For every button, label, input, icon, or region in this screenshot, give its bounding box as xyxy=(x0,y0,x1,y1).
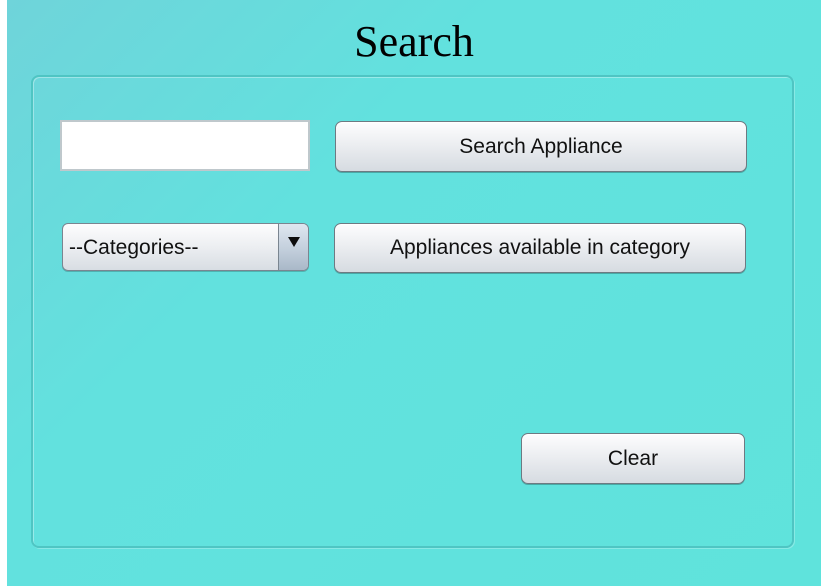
chevron-down-icon xyxy=(288,237,300,247)
categories-dropdown[interactable]: --Categories-- xyxy=(62,223,309,271)
clear-button[interactable]: Clear xyxy=(521,433,745,484)
page-title: Search xyxy=(354,17,474,66)
dropdown-arrow-button[interactable] xyxy=(278,224,308,270)
search-input[interactable] xyxy=(60,120,310,171)
categories-selected-value: --Categories-- xyxy=(69,236,199,259)
search-window: Search xyxy=(7,0,821,586)
search-appliance-button[interactable]: Search Appliance xyxy=(335,121,747,172)
appliances-in-category-button[interactable]: Appliances available in category xyxy=(334,223,746,273)
